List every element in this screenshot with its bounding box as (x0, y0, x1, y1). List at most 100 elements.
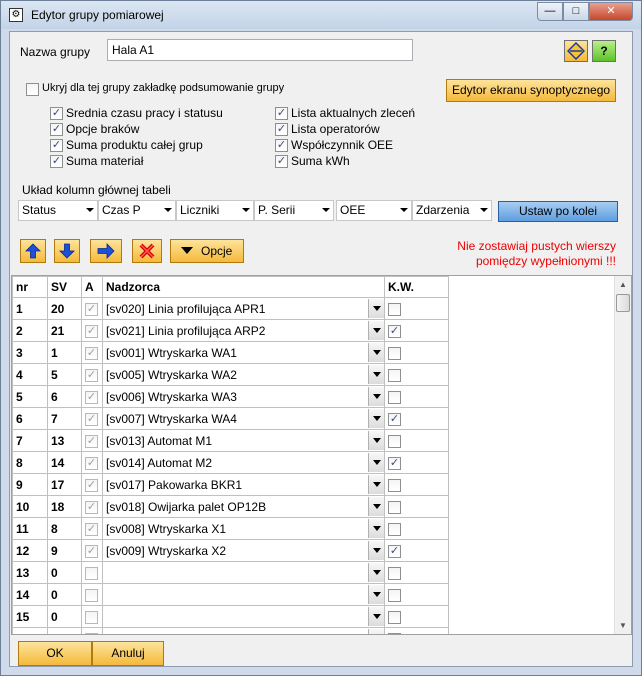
row-sv[interactable]: 17 (47, 473, 82, 496)
col-header-a[interactable]: A (81, 276, 103, 298)
row-active-cell[interactable] (81, 407, 103, 430)
row-sv[interactable]: 6 (47, 385, 82, 408)
row-active-cell[interactable] (81, 473, 103, 496)
row-active-cell[interactable] (81, 605, 103, 628)
row-kw-checkbox[interactable] (388, 456, 401, 470)
chevron-down-icon[interactable] (368, 519, 384, 538)
table-row[interactable]: 814 [sv014] Automat M2 (12, 451, 449, 474)
row-supervisor-combo[interactable]: [sv009] Wtryskarka X2 (102, 539, 385, 562)
row-kw-checkbox[interactable] (388, 610, 401, 624)
row-active-checkbox[interactable] (85, 390, 98, 404)
option-checkbox[interactable] (50, 123, 63, 136)
row-kw-checkbox[interactable] (388, 302, 401, 316)
row-supervisor-combo[interactable]: [sv020] Linia profilująca APR1 (102, 297, 385, 320)
row-kw-cell[interactable] (384, 385, 449, 408)
row-active-cell[interactable] (81, 319, 103, 342)
row-kw-checkbox[interactable] (388, 566, 401, 580)
row-active-cell[interactable] (81, 561, 103, 584)
option-checkbox[interactable] (275, 155, 288, 168)
row-kw-cell[interactable] (384, 451, 449, 474)
row-active-cell[interactable] (81, 495, 103, 518)
chevron-down-icon[interactable] (368, 387, 384, 406)
option-avg-work-time[interactable]: Srednia czasu pracy i statusu (50, 106, 240, 122)
chevron-down-icon[interactable] (368, 365, 384, 384)
row-kw-checkbox[interactable] (388, 544, 401, 558)
option-operators-list[interactable]: Lista operatorów (275, 122, 445, 138)
row-supervisor-combo[interactable] (102, 627, 385, 634)
option-checkbox[interactable] (275, 107, 288, 120)
move-down-button[interactable] (54, 239, 80, 263)
row-supervisor-combo[interactable]: [sv017] Pakowarka BKR1 (102, 473, 385, 496)
row-sv[interactable]: 18 (47, 495, 82, 518)
row-active-checkbox[interactable] (85, 456, 98, 470)
scrollbar-thumb[interactable] (616, 294, 630, 312)
chevron-down-icon[interactable] (368, 299, 384, 318)
row-supervisor-combo[interactable]: [sv005] Wtryskarka WA2 (102, 363, 385, 386)
table-row[interactable]: 713 [sv013] Automat M1 (12, 429, 449, 452)
row-supervisor-combo[interactable]: [sv013] Automat M1 (102, 429, 385, 452)
table-row[interactable]: 129 [sv009] Wtryskarka X2 (12, 539, 449, 562)
row-sv[interactable]: 0 (47, 627, 82, 634)
row-supervisor-combo[interactable]: [sv018] Owijarka palet OP12B (102, 495, 385, 518)
chevron-down-icon[interactable] (368, 343, 384, 362)
chevron-down-icon[interactable] (368, 409, 384, 428)
table-row[interactable]: 160 (12, 627, 449, 634)
table-row[interactable]: 31 [sv001] Wtryskarka WA1 (12, 341, 449, 364)
row-active-checkbox[interactable] (85, 346, 98, 360)
row-active-checkbox[interactable] (85, 412, 98, 426)
row-supervisor-combo[interactable]: [sv001] Wtryskarka WA1 (102, 341, 385, 364)
row-kw-checkbox[interactable] (388, 346, 401, 360)
table-row[interactable]: 14 0 (12, 583, 449, 606)
row-kw-cell[interactable] (384, 605, 449, 628)
row-active-checkbox[interactable] (85, 324, 98, 338)
option-material-sum[interactable]: Suma materiał (50, 154, 240, 170)
chevron-down-icon[interactable] (368, 431, 384, 450)
option-kwh-sum[interactable]: Suma kWh (275, 154, 445, 170)
row-kw-checkbox[interactable] (388, 588, 401, 602)
row-kw-cell[interactable] (384, 539, 449, 562)
row-kw-cell[interactable] (384, 341, 449, 364)
row-active-checkbox[interactable] (85, 500, 98, 514)
scroll-up-icon[interactable]: ▲ (615, 276, 631, 293)
row-sv[interactable]: 0 (47, 583, 82, 606)
row-active-cell[interactable] (81, 517, 103, 540)
cancel-button[interactable]: Anuluj (92, 641, 164, 666)
help-button[interactable]: ? (592, 40, 616, 62)
vertical-scrollbar[interactable]: ▲ ▼ (614, 276, 631, 634)
row-sv[interactable]: 1 (47, 341, 82, 364)
option-oee[interactable]: Współczynnik OEE (275, 138, 445, 154)
row-kw-checkbox[interactable] (388, 434, 401, 448)
row-sv[interactable]: 7 (47, 407, 82, 430)
row-active-checkbox[interactable] (85, 544, 98, 558)
maximize-button[interactable]: □ (563, 2, 589, 21)
option-checkbox[interactable] (50, 139, 63, 152)
row-active-checkbox[interactable] (85, 368, 98, 382)
row-kw-cell[interactable] (384, 627, 449, 634)
table-row[interactable]: 67 [sv007] Wtryskarka WA4 (12, 407, 449, 430)
row-sv[interactable]: 13 (47, 429, 82, 452)
row-active-cell[interactable] (81, 363, 103, 386)
swap-icon-button[interactable] (564, 40, 588, 62)
chevron-down-icon[interactable] (368, 321, 384, 340)
row-active-checkbox[interactable] (85, 302, 98, 316)
row-kw-cell[interactable] (384, 407, 449, 430)
column-combo-5[interactable]: OEE (336, 200, 412, 221)
row-active-cell[interactable] (81, 451, 103, 474)
chevron-down-icon[interactable] (368, 607, 384, 626)
option-checkbox[interactable] (50, 155, 63, 168)
row-kw-cell[interactable] (384, 495, 449, 518)
option-product-sum[interactable]: Suma produktu całej grup (50, 138, 240, 154)
chevron-down-icon[interactable] (368, 453, 384, 472)
row-supervisor-combo[interactable]: [sv006] Wtryskarka WA3 (102, 385, 385, 408)
row-kw-checkbox[interactable] (388, 324, 401, 338)
row-sv[interactable]: 5 (47, 363, 82, 386)
apply-order-button[interactable]: Ustaw po kolei (498, 201, 618, 222)
row-active-checkbox[interactable] (85, 522, 98, 536)
option-checkbox[interactable] (50, 107, 63, 120)
row-kw-cell[interactable] (384, 319, 449, 342)
row-kw-checkbox[interactable] (388, 632, 401, 634)
row-kw-cell[interactable] (384, 583, 449, 606)
chevron-down-icon[interactable] (368, 585, 384, 604)
row-kw-cell[interactable] (384, 561, 449, 584)
chevron-down-icon[interactable] (368, 541, 384, 560)
